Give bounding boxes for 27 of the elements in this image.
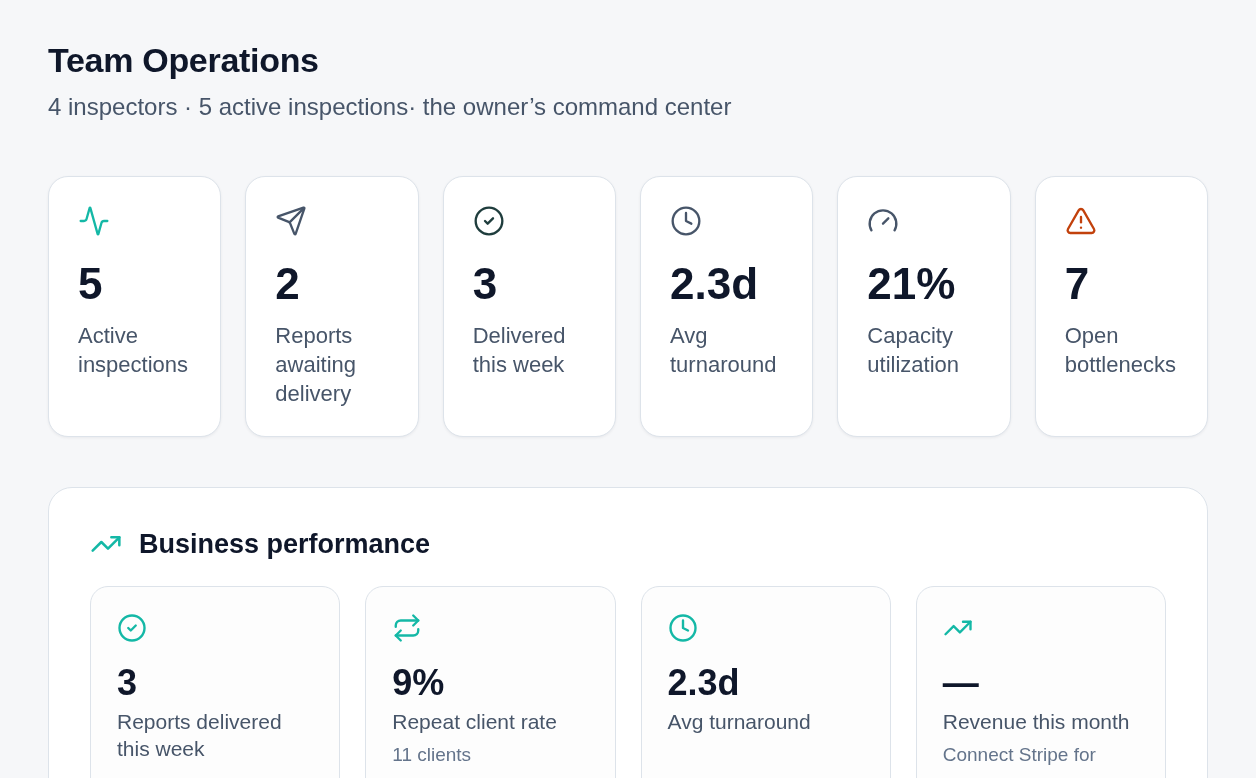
kpi-label: Avg turnaround (670, 322, 778, 379)
clock-icon (667, 613, 698, 643)
metric-note: 11 clients (392, 743, 473, 767)
metric-label: Revenue this month (942, 709, 1131, 735)
metric-value: 2.3d (667, 665, 741, 701)
metric-label: Repeat client rate (392, 709, 558, 735)
page-subtitle: 4 inspectors · 5 active inspections· the owner’s command center (48, 92, 733, 122)
kpi-value: 21% (867, 262, 957, 306)
kpi-label: Open bottlenecks (1064, 322, 1177, 379)
kpi-value: 5 (78, 262, 104, 306)
kpi-value: 2 (275, 262, 301, 306)
kpi-value: 2.3d (670, 262, 760, 306)
section-title: Business performance (139, 528, 431, 561)
kpi-label: Capacity utilization (867, 322, 961, 379)
kpi-label: Reports awaiting delivery (275, 322, 358, 408)
metric-value: 3 (117, 665, 139, 701)
metric-value: 9% (392, 665, 446, 701)
metric-label: Reports delivered this week (117, 709, 283, 762)
kpi-label: Delivered this week (472, 322, 567, 379)
kpi-value: 3 (472, 262, 499, 306)
page-title: Team Operations (48, 40, 320, 80)
kpi-value: 7 (1064, 262, 1091, 306)
check-circle-icon (117, 613, 147, 643)
metric-value: — (942, 665, 980, 701)
metric-note: Connect Stripe for (942, 743, 1097, 767)
kpi-label: Active inspections (78, 322, 190, 379)
metric-label: Avg turnaround (667, 709, 812, 735)
